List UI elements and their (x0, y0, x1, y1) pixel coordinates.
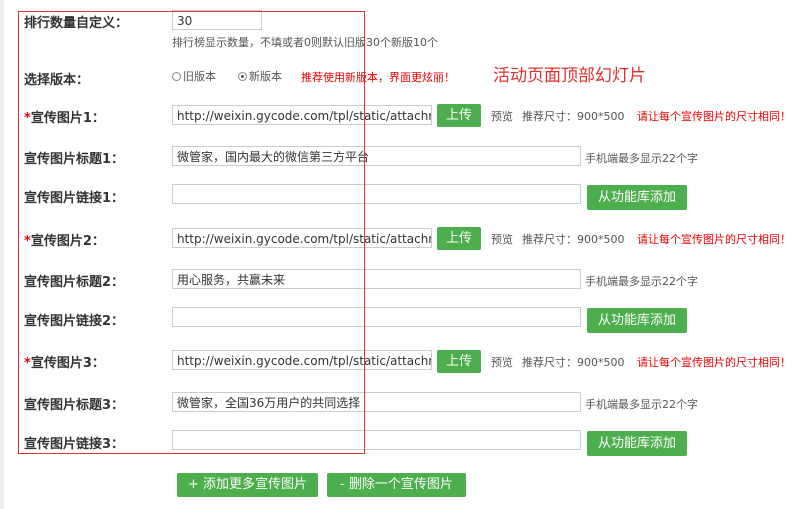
slide-2-title-hint: 手机端最多显示22个字 (585, 275, 698, 288)
slide-3-size-hint: 推荐尺寸：900*500 (522, 356, 625, 369)
slide-1-size-warning: 请让每个宣传图片的尺寸相同！ (637, 110, 791, 123)
slide-1-library-button[interactable]: 从功能库添加 (587, 185, 687, 210)
slide-2-library-button[interactable]: 从功能库添加 (587, 308, 687, 333)
slide-3-title-hint: 手机端最多显示22个字 (585, 398, 698, 411)
slide-3-preview-link[interactable]: 预览 (491, 354, 513, 370)
slide-1-title-hint: 手机端最多显示22个字 (585, 152, 698, 165)
slide-1-preview-link[interactable]: 预览 (491, 108, 513, 124)
slide-1-upload-button[interactable]: 上传 (437, 104, 481, 127)
slide-3-library-button[interactable]: 从功能库添加 (587, 431, 687, 456)
slide-3-upload-button[interactable]: 上传 (437, 350, 481, 373)
annotation-text: 活动页面顶部幻灯片 (493, 66, 646, 86)
slide-2-upload-button[interactable]: 上传 (437, 227, 481, 250)
slide-2-size-hint: 推荐尺寸：900*500 (522, 233, 625, 246)
slide-3-size-warning: 请让每个宣传图片的尺寸相同！ (637, 356, 791, 369)
left-edge (0, 0, 4, 509)
slide-2-preview-link[interactable]: 预览 (491, 231, 513, 247)
annotation-box (18, 11, 365, 454)
slide-1-size-hint: 推荐尺寸：900*500 (522, 110, 625, 123)
delete-one-image-button[interactable]: - 删除一个宣传图片 (327, 473, 466, 497)
slide-2-size-warning: 请让每个宣传图片的尺寸相同！ (637, 233, 791, 246)
add-more-images-button[interactable]: + 添加更多宣传图片 (177, 473, 318, 497)
